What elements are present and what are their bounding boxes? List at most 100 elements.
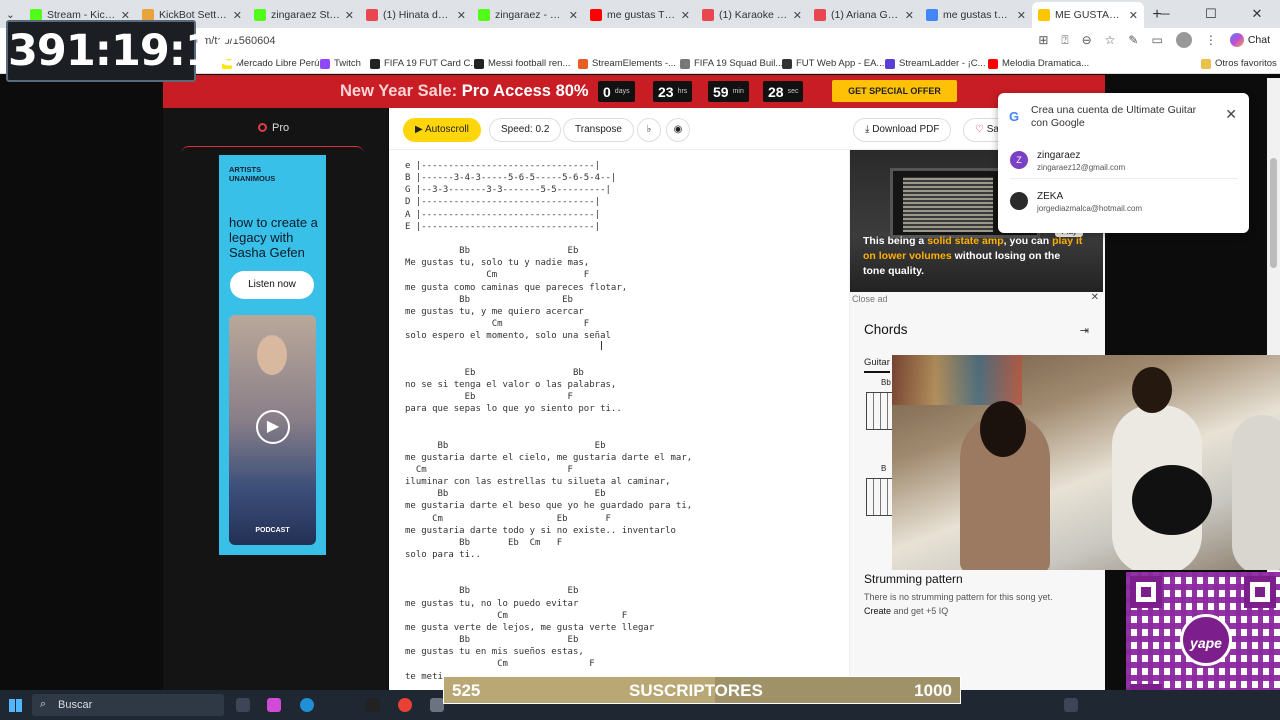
countdown-segment: 23 hrs (653, 81, 693, 102)
speed-button[interactable]: Speed: 0.2 (489, 118, 562, 142)
close-tab-icon[interactable]: ✕ (457, 9, 466, 22)
bookmark-item[interactable]: Twitch (320, 58, 361, 69)
search-placeholder: Buscar (58, 699, 93, 711)
bookmark-item[interactable]: StreamElements -... (578, 58, 676, 69)
bookmark-item[interactable]: Melodia Dramatica... (988, 58, 1089, 69)
bookmark-label: Twitch (334, 58, 361, 69)
file-explorer-icon[interactable] (430, 698, 444, 712)
windows-start-icon[interactable] (9, 699, 22, 712)
bookmark-star-icon[interactable]: ☆ (1105, 33, 1116, 47)
task-view-icon[interactable] (236, 698, 250, 712)
stream-timer: 391:19:16 (6, 20, 244, 82)
translate-icon[interactable]: ⍰ (1061, 33, 1068, 48)
maximize-button[interactable]: ☐ (1188, 0, 1234, 28)
bookmark-icon (680, 58, 690, 69)
close-tab-icon[interactable]: ✕ (569, 9, 578, 22)
close-tab-icon[interactable]: ✕ (1129, 9, 1138, 22)
search-icon: ⌕ (40, 698, 47, 710)
browser-tab[interactable]: (1) Hinata duri duri d ✕ (360, 2, 472, 28)
close-window-button[interactable]: ✕ (1234, 0, 1280, 28)
browser-tab[interactable]: me gustas tu acorde ✕ (920, 2, 1032, 28)
download-pdf-button[interactable]: ⤓ Download PDF (853, 118, 952, 142)
collections-icon[interactable]: ▭ (1151, 33, 1162, 47)
podcast-ad[interactable]: ARTISTS UNANIMOUS how to create a legacy… (219, 155, 326, 555)
browser-tab[interactable]: zingaraez - Watch c ✕ (472, 2, 584, 28)
bookmark-item[interactable]: FUT Web App - EA... (782, 58, 884, 69)
ad-brand: ARTISTS UNANIMOUS (229, 165, 276, 183)
guitar-tab-text: e |--------------------------------| B |… (405, 161, 693, 682)
extensions-icon[interactable]: ✎ (1128, 33, 1138, 47)
minimize-button[interactable]: ─ (1142, 0, 1188, 28)
browser-tab[interactable]: (1) Karaoke Me Gust ✕ (696, 2, 808, 28)
text-cursor (601, 341, 602, 350)
bookmark-label: Mercado Libre Perú (236, 58, 320, 69)
tab-favicon (926, 9, 938, 21)
chords-title: Chords (864, 322, 908, 337)
subscriber-count: 525 (452, 681, 481, 700)
create-link[interactable]: Create (864, 606, 891, 616)
close-tab-icon[interactable]: ✕ (1017, 9, 1026, 22)
close-tab-icon[interactable]: ✕ (793, 9, 802, 22)
tray-icon[interactable] (1064, 698, 1078, 712)
guitar-tab[interactable]: Guitar (864, 357, 890, 373)
google-icon: G (1009, 109, 1020, 124)
close-tab-icon[interactable]: ✕ (345, 9, 354, 22)
sale-prefix: New Year Sale: (340, 82, 458, 100)
chrome-icon[interactable] (398, 698, 412, 712)
chat-button[interactable]: Chat (1229, 33, 1270, 47)
bookmark-item[interactable]: StreamLadder - ¡C... (885, 58, 986, 69)
account-avatar (1010, 192, 1028, 210)
pro-link[interactable]: Pro (258, 122, 289, 134)
edge-icon[interactable] (300, 698, 314, 712)
countdown-unit: days (614, 88, 630, 95)
bookmark-item[interactable]: FIFA 19 FUT Card C... (370, 58, 478, 69)
google-signin-popup: G Crea una cuenta de Ultimate Guitar con… (998, 93, 1249, 233)
address-bar-icons: ⊞ ⍰ ⊖ ☆ ✎ ▭ ⋮ Chat (1038, 32, 1270, 48)
countdown-value: 23 (658, 83, 674, 100)
close-ad-link[interactable]: Close ad (852, 294, 888, 304)
countdown-value: 59 (713, 83, 729, 100)
taskbar-search[interactable]: ⌕ Buscar (32, 694, 224, 716)
other-bookmarks[interactable]: Otros favoritos (1201, 58, 1277, 69)
listen-now-button[interactable]: Listen now (230, 271, 314, 299)
bookmark-label: Messi football ren... (488, 58, 571, 69)
play-icon[interactable]: ▶ (256, 410, 290, 444)
bookmark-item[interactable]: FIFA 19 Squad Buil... (680, 58, 783, 69)
window-controls: ─ ☐ ✕ (1142, 0, 1280, 28)
google-account-option[interactable]: Z zingaraez zingaraez12@gmail.com (1010, 143, 1238, 179)
google-account-option[interactable]: ZEKA jorgediazmalca@hotmail.com (1010, 184, 1238, 220)
strumming-title: Strumming pattern (864, 572, 963, 586)
browser-tab[interactable]: (1) Ariana Grande (C ✕ (808, 2, 920, 28)
account-email: jorgediazmalca@hotmail.com (1037, 204, 1143, 213)
scroll-thumb[interactable] (1270, 158, 1277, 268)
webcam-overlay (892, 355, 1280, 570)
more-tools-icon[interactable]: ⊖ (1082, 33, 1092, 47)
close-tab-icon[interactable]: ✕ (681, 9, 690, 22)
record-button[interactable]: ◉ (666, 118, 690, 142)
profile-avatar[interactable] (1175, 32, 1192, 48)
chat-label: Chat (1247, 34, 1270, 46)
close-ad-icon[interactable]: ✕ (1091, 292, 1099, 303)
close-tab-icon[interactable]: ✕ (905, 9, 914, 22)
bookmark-item[interactable]: Messi football ren... (474, 58, 570, 69)
copilot-taskbar-icon[interactable] (267, 698, 281, 712)
menu-icon[interactable]: ⋮ (1205, 33, 1217, 47)
app-icon[interactable] (366, 698, 380, 712)
browser-tab[interactable]: me gustas TU karaoke ✕ (584, 2, 696, 28)
flat-toggle-button[interactable]: ♭ (637, 118, 661, 142)
close-popup-icon[interactable]: ✕ (1225, 106, 1237, 123)
caption-highlight: solid state amp (927, 235, 1004, 247)
close-tab-icon[interactable]: ✕ (233, 9, 242, 22)
special-offer-button[interactable]: GET SPECIAL OFFER (832, 80, 957, 102)
browser-tab[interactable]: ME GUSTAS TÚ CHO ✕ (1032, 2, 1144, 28)
countdown-value: 28 (768, 83, 784, 100)
countdown-segment: 28 sec (763, 81, 804, 102)
strumming-empty-text: There is no strumming pattern for this s… (864, 592, 1053, 602)
browser-tab[interactable]: zingaraez Stream - V ✕ (248, 2, 360, 28)
collapse-panel-icon[interactable]: ⇥ (1080, 324, 1089, 337)
autoscroll-label: Autoscroll (424, 124, 469, 135)
transpose-button[interactable]: Transpose (563, 118, 634, 142)
bookmark-icon (578, 58, 588, 69)
install-app-icon[interactable]: ⊞ (1038, 33, 1048, 47)
autoscroll-button[interactable]: ▶ Autoscroll (403, 118, 481, 142)
